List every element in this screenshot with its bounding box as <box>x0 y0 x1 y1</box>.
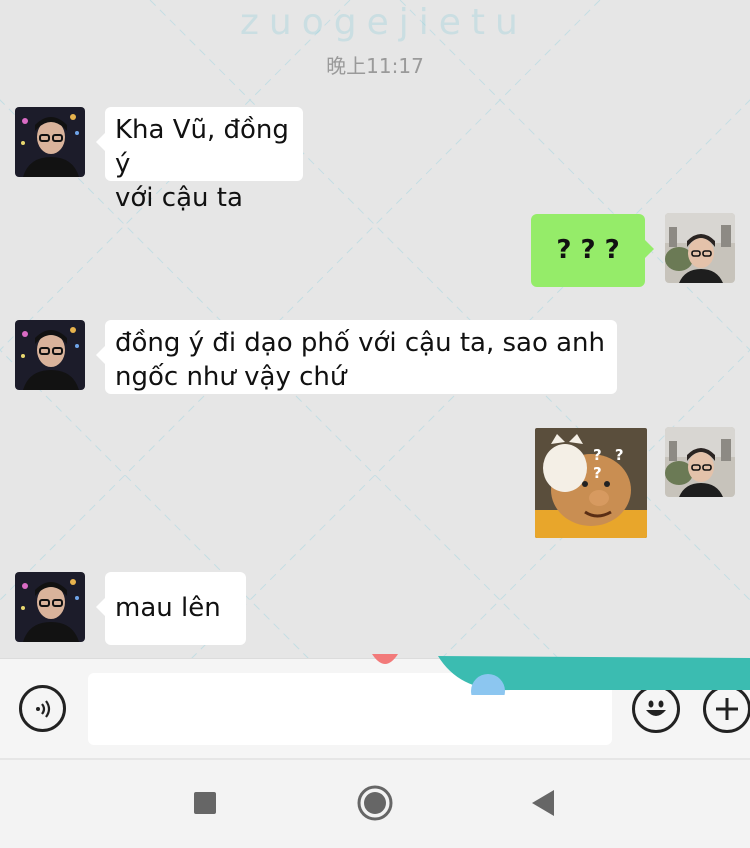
square-icon <box>194 792 216 814</box>
message-bubble-outgoing[interactable]: ? ? ? <box>531 214 654 287</box>
sticker-message[interactable]: ? ? ? <box>535 428 647 538</box>
system-navigation-bar <box>0 760 750 848</box>
message-text-line: đồng ý đi dạo phố với cậu ta, sao anh <box>115 328 606 358</box>
message-bubble-incoming[interactable]: đồng ý đi dạo phố với cậu ta, sao anh ng… <box>96 320 617 394</box>
message-text: ? ? ? <box>556 235 620 265</box>
voice-input-button[interactable] <box>19 685 66 732</box>
sticker-caption: ? ? ? <box>593 446 628 482</box>
more-options-button[interactable] <box>703 685 750 733</box>
watermark-text: zuogejietu <box>240 2 528 43</box>
voice-wave-icon <box>35 699 50 718</box>
smiley-face-icon <box>646 700 666 716</box>
contact-avatar[interactable] <box>15 572 85 642</box>
message-bubble-incoming[interactable]: Kha Vũ, đồng ý với cậu ta <box>96 107 303 213</box>
chat-input-bar <box>0 658 750 758</box>
own-avatar[interactable] <box>665 213 735 283</box>
message-bubble-incoming[interactable]: mau lên ! <box>96 572 246 696</box>
own-avatar[interactable] <box>665 427 735 497</box>
back-button[interactable] <box>529 789 555 817</box>
message-timestamp: 晚上11:17 <box>326 54 424 78</box>
recent-apps-button[interactable] <box>193 791 217 815</box>
plus-icon <box>716 698 738 720</box>
message-input-field[interactable] <box>88 673 612 745</box>
triangle-back-icon <box>532 790 554 816</box>
contact-avatar[interactable] <box>15 107 85 177</box>
emoji-button[interactable] <box>632 685 680 733</box>
home-button[interactable] <box>356 784 394 822</box>
circle-home-icon <box>357 785 393 821</box>
message-text-line: Kha Vũ, đồng ý <box>115 115 289 179</box>
message-text-line: ngốc như vậy chứ <box>115 362 347 392</box>
contact-avatar[interactable] <box>15 320 85 390</box>
message-text-line: với cậu ta <box>115 183 243 213</box>
